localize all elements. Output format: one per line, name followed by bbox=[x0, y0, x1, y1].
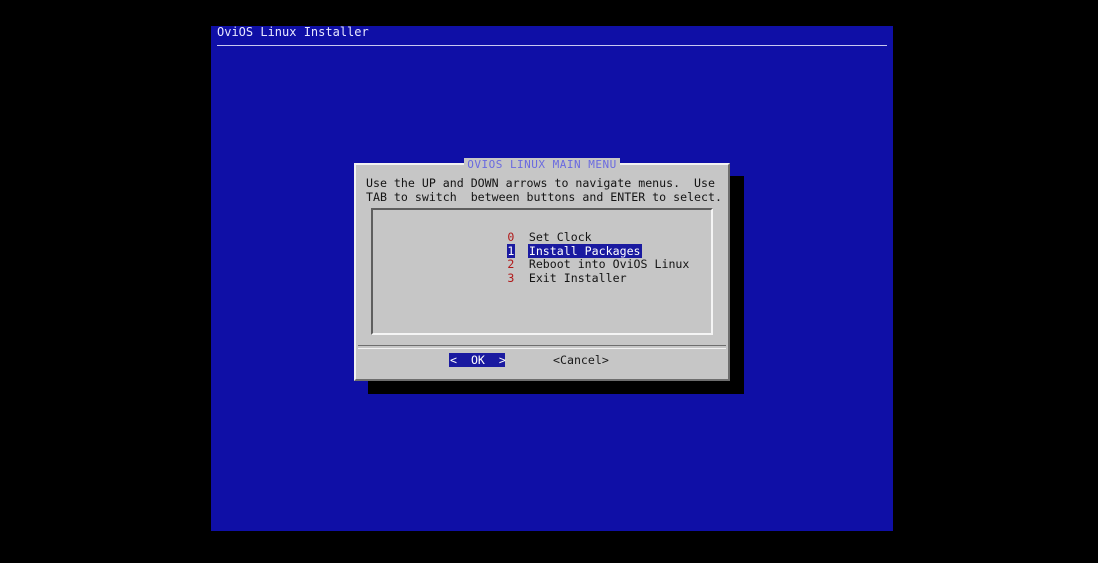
menu-item-exit-installer[interactable]: 3 Exit Installer bbox=[451, 257, 628, 285]
backtitle: OviOS Linux Installer bbox=[217, 26, 369, 39]
prompt-line-1: Use the UP and DOWN arrows to navigate m… bbox=[366, 176, 716, 190]
dialog-title: OVIOS LINUX MAIN MENU bbox=[464, 158, 620, 171]
menu-item-set-clock[interactable]: 0 Set Clock bbox=[451, 216, 593, 244]
dialog-title-bar: OVIOS LINUX MAIN MENU bbox=[356, 158, 728, 171]
backtitle-rule bbox=[217, 45, 887, 46]
menu-item-install-packages[interactable]: 1 Install Packages bbox=[451, 230, 642, 258]
menu-item-tag: 3 bbox=[507, 271, 515, 285]
button-separator bbox=[358, 345, 726, 349]
installer-screen: OviOS Linux Installer OVIOS LINUX MAIN M… bbox=[211, 26, 893, 531]
menu-item-reboot[interactable]: 2 Reboot into OviOS Linux bbox=[451, 243, 690, 271]
menu-list: 0 Set Clock 1 Install Packages 2 Reboot int… bbox=[371, 208, 713, 335]
dialog-prompt: Use the UP and DOWN arrows to navigate m… bbox=[366, 176, 722, 204]
menu-item-label: Exit Installer bbox=[528, 271, 627, 285]
main-menu-dialog: OVIOS LINUX MAIN MENU Use the UP and DOW… bbox=[354, 158, 730, 381]
cancel-button[interactable]: <Cancel> bbox=[552, 353, 610, 367]
ok-button[interactable]: < OK > bbox=[449, 353, 506, 367]
prompt-line-2: TAB to switch between buttons and ENTER … bbox=[366, 190, 722, 204]
